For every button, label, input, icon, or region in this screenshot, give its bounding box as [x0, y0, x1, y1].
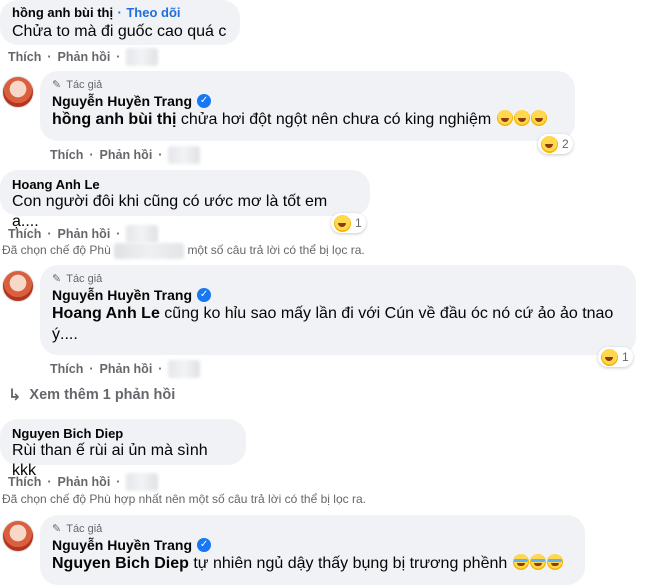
separator-dot: · — [47, 50, 52, 64]
see-more-replies[interactable]: ↳ Xem thêm 1 phản hồi — [8, 385, 175, 405]
blurred-timestamp — [126, 473, 159, 491]
reaction-count: 1 — [355, 216, 362, 230]
blurred-timestamp — [126, 225, 159, 243]
reply-link[interactable]: Phản hồi — [58, 50, 111, 64]
filter-note-text: Đã chọn chế độ Phù hợp nhất nên một số c… — [2, 492, 366, 506]
like-link[interactable]: Thích — [8, 50, 41, 64]
author-name[interactable]: Nguyễn Huyền Trang — [52, 93, 192, 109]
separator-dot: · — [158, 148, 163, 162]
filter-note-start: Đã chọn chế độ Phù — [2, 243, 111, 258]
reply-link[interactable]: Phản hồi — [58, 227, 111, 241]
reply-text: tự nhiên ngủ dậy thấy bụng bị trương phề… — [193, 555, 508, 572]
author-name-row: Nguyễn Huyền Trang ✓ — [52, 287, 624, 303]
separator-dot: · — [158, 362, 163, 376]
like-link[interactable]: Thích — [50, 148, 83, 162]
verified-icon: ✓ — [197, 94, 212, 108]
reply-bubble: ✎ Tác giả Nguyễn Huyền Trang ✓ Nguyen Bi… — [40, 515, 585, 585]
avatar[interactable] — [2, 76, 34, 108]
separator-dot: · — [47, 475, 52, 489]
reply-link[interactable]: Phản hồi — [100, 362, 153, 376]
reaction-summary[interactable]: 2 — [538, 134, 573, 154]
comment-bubble: Nguyen Bich Diep Rùi than ế rùi ai ủn mà… — [0, 419, 246, 479]
laugh-emoji-icon — [496, 110, 513, 126]
author-badge: ✎ Tác giả — [52, 522, 573, 536]
reaction-count: 2 — [562, 137, 569, 151]
comment-actions: Thích · Phản hồi · — [8, 473, 159, 491]
mention-link[interactable]: hồng anh bùi thị — [52, 111, 176, 128]
reply-text: chửa hơi đột ngột nên chưa có king nghiệ… — [180, 111, 492, 128]
reply-actions: Thích · Phản hồi · — [50, 146, 201, 164]
pencil-icon: ✎ — [52, 79, 62, 91]
commenter-name[interactable]: Nguyen Bich Diep — [12, 426, 234, 441]
crying-emoji-icon — [512, 554, 529, 570]
reply-actions: Thích · Phản hồi · — [50, 360, 201, 378]
reply-text-row: hồng anh bùi thị chửa hơi đột ngột nên c… — [52, 109, 563, 130]
author-name[interactable]: Nguyễn Huyền Trang — [52, 537, 192, 553]
laugh-emoji-icon — [530, 110, 547, 126]
laugh-emoji-icon — [513, 110, 530, 126]
author-badge: ✎ Tác giả — [52, 78, 563, 92]
comment-header: hồng anh bùi thị · Theo dõi — [12, 4, 228, 22]
crying-emoji-icon — [546, 554, 563, 570]
comment-actions: Thích · Phản hồi · — [8, 48, 159, 66]
blurred-timestamp — [168, 360, 201, 378]
author-badge-label: Tác giả — [66, 272, 103, 285]
like-link[interactable]: Thích — [8, 227, 41, 241]
pencil-icon: ✎ — [52, 273, 62, 285]
like-link[interactable]: Thích — [50, 362, 83, 376]
author-badge: ✎ Tác giả — [52, 272, 624, 286]
comment-text: Chửa to mà đi guốc cao quá c — [12, 23, 227, 40]
separator-dot: · — [116, 475, 121, 489]
avatar[interactable] — [2, 520, 34, 552]
commenter-name[interactable]: Hoang Anh Le — [12, 177, 358, 192]
follow-link[interactable]: Theo dõi — [126, 5, 180, 20]
avatar[interactable] — [2, 270, 34, 302]
author-name-row: Nguyễn Huyền Trang ✓ — [52, 93, 563, 109]
reply-bubble: ✎ Tác giả Nguyễn Huyền Trang ✓ Hoang Anh… — [40, 265, 636, 355]
author-name[interactable]: Nguyễn Huyền Trang — [52, 287, 192, 303]
haha-reaction-icon — [541, 135, 558, 153]
reply-arrow-icon: ↳ — [8, 387, 22, 404]
separator-dot: · — [47, 227, 52, 241]
separator-dot: · — [116, 227, 121, 241]
blurred-timestamp — [126, 48, 159, 66]
verified-icon: ✓ — [197, 538, 212, 552]
reply-text-row: Nguyen Bich Diep tự nhiên ngủ dậy thấy b… — [52, 553, 573, 574]
separator-dot: · — [89, 148, 94, 162]
author-badge-label: Tác giả — [66, 78, 103, 91]
mention-link[interactable]: Nguyen Bich Diep — [52, 555, 189, 572]
verified-icon: ✓ — [197, 288, 212, 302]
filter-note: Đã chọn chế độ Phù hợp nhất nên một số c… — [2, 492, 366, 506]
comment-bubble: Hoang Anh Le Con người đôi khi cũng có ư… — [0, 170, 370, 230]
see-more-label: Xem thêm 1 phản hồi — [29, 387, 176, 403]
reply-bubble: ✎ Tác giả Nguyễn Huyền Trang ✓ hồng anh … — [40, 71, 575, 141]
blurred-timestamp — [168, 146, 201, 164]
author-name-row: Nguyễn Huyền Trang ✓ — [52, 537, 573, 553]
author-badge-label: Tác giả — [66, 522, 103, 535]
comment-bubble: hồng anh bùi thị · Theo dõi Chửa to mà đ… — [0, 0, 240, 45]
separator-dot: · — [116, 50, 121, 64]
reaction-count: 1 — [622, 350, 629, 364]
reaction-summary[interactable]: 1 — [331, 213, 366, 233]
filter-note-end: một số câu trả lời có thể bị lọc ra. — [187, 243, 365, 258]
pencil-icon: ✎ — [52, 523, 62, 535]
reply-link[interactable]: Phản hồi — [58, 475, 111, 489]
comment-actions: Thích · Phản hồi · — [8, 225, 159, 243]
haha-reaction-icon — [601, 348, 618, 366]
reply-link[interactable]: Phản hồi — [100, 148, 153, 162]
reaction-summary[interactable]: 1 — [598, 347, 633, 367]
like-link[interactable]: Thích — [8, 475, 41, 489]
separator-dot: · — [89, 362, 94, 376]
commenter-name[interactable]: hồng anh bùi thị — [12, 5, 113, 20]
separator-dot: · — [117, 5, 122, 20]
filter-note: Đã chọn chế độ Phù một số câu trả lời có… — [2, 243, 365, 259]
haha-reaction-icon — [334, 214, 351, 232]
mention-link[interactable]: Hoang Anh Le — [52, 305, 160, 322]
reply-text-row: Hoang Anh Le cũng ko hỉu sao mấy lần đi … — [52, 303, 622, 345]
crying-emoji-icon — [529, 554, 546, 570]
blurred-text — [114, 243, 185, 259]
